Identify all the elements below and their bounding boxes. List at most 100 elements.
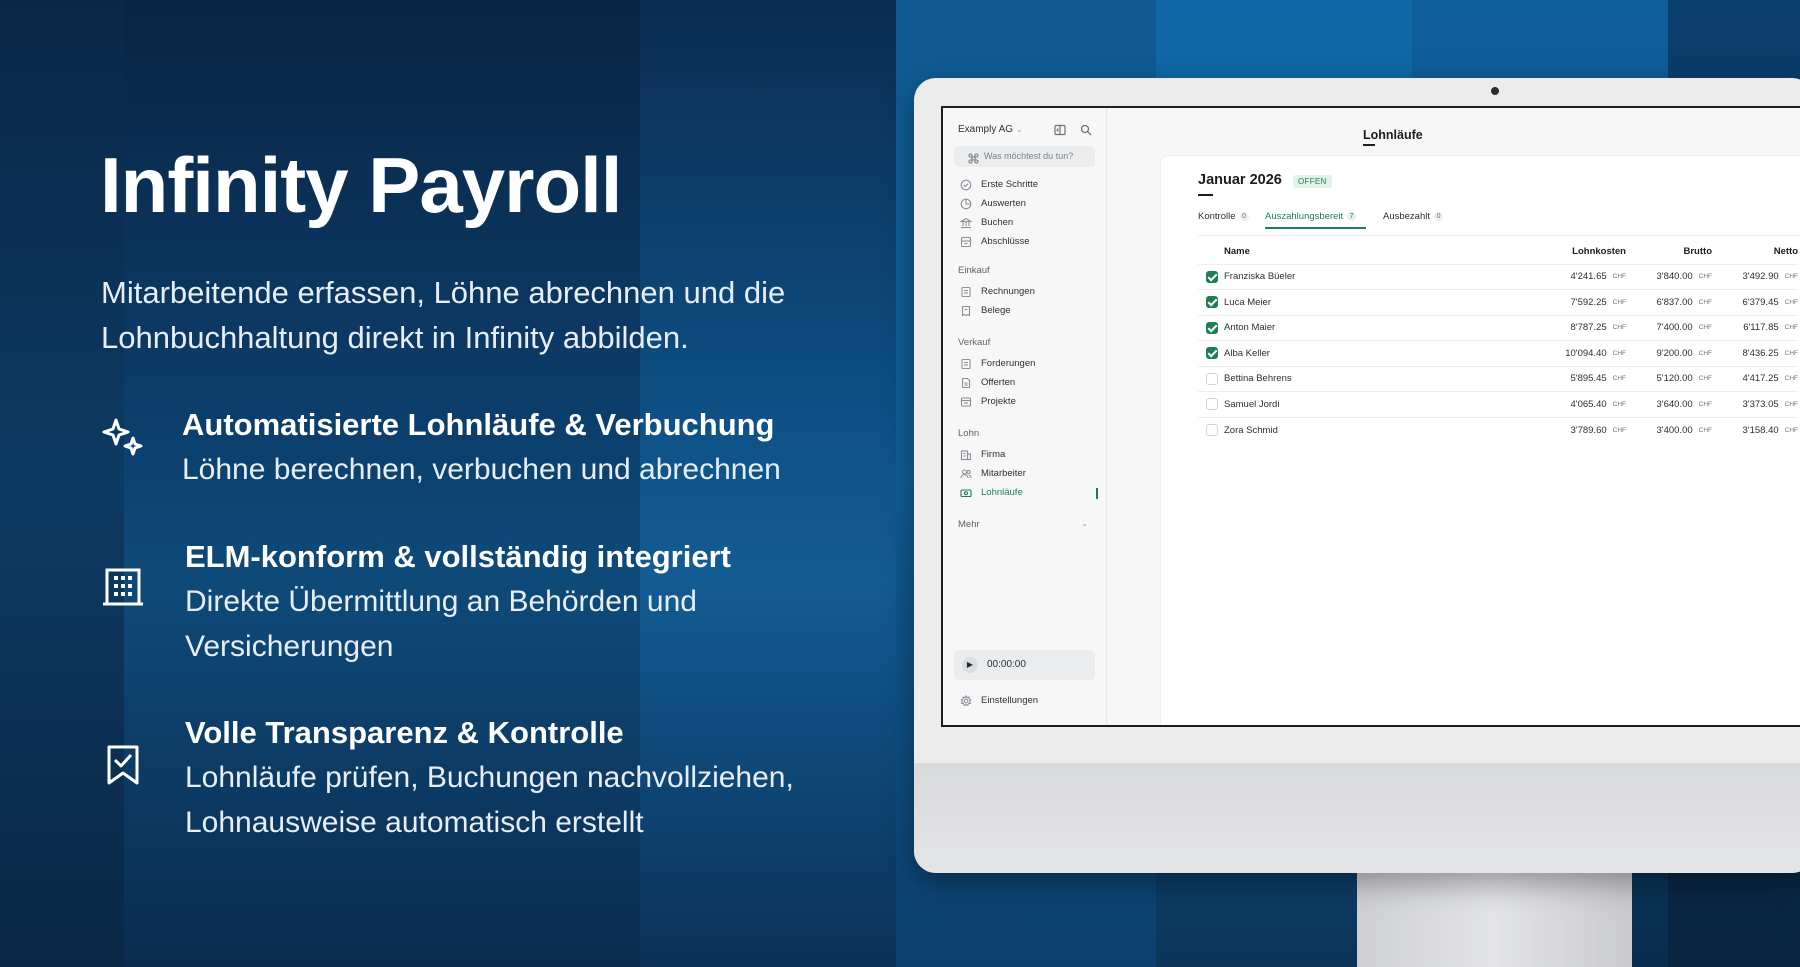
currency-label: CHF (1784, 375, 1798, 383)
brutto-cell: 3'840.00 CHF (1626, 263, 1712, 290)
bookmark-check-icon (100, 742, 146, 788)
nav-section-title: Lohn (958, 428, 980, 439)
table-row[interactable]: Bettina Behrens 5'895.45 CHF 5'120.00 CHF 4'4… (1198, 365, 1798, 392)
table-row[interactable]: Anton Maier 8'787.25 CHF 7'400.00 CHF 6'117.8… (1198, 314, 1798, 341)
sidebar-item-rechnungen[interactable]: Rechnungen (960, 285, 1035, 299)
sidebar-item-label: Forderungen (981, 358, 1036, 369)
sidebar-item-label: Offerten (981, 377, 1016, 388)
brutto-cell: 9'200.00 CHF (1626, 340, 1712, 366)
gear-icon (960, 694, 972, 707)
sidebar-item-offerten[interactable]: Offerten (960, 376, 1015, 390)
currency-label: CHF (1612, 273, 1626, 281)
tab-auszahlungsbereit[interactable]: Auszahlungsbereit 7 (1265, 211, 1357, 222)
row-checkbox[interactable] (1206, 372, 1218, 385)
sidebar-item-belege[interactable]: Belege (960, 304, 1011, 318)
column-header-name[interactable]: Name (1224, 240, 1487, 264)
users-icon (960, 468, 972, 480)
currency-label: CHF (1784, 324, 1798, 332)
command-input[interactable]: Was möchtest du tun? (954, 146, 1095, 167)
sidebar-item-einstellungen[interactable]: Einstellungen (960, 694, 1038, 708)
table-row[interactable]: Luca Meier 7'592.25 CHF 6'837.00 CHF 6'379.45… (1198, 289, 1798, 315)
table-row[interactable]: Zora Schmid 3'789.60 CHF 3'400.00 CHF 3'158.4… (1198, 416, 1798, 443)
sidebar-item-projekte[interactable]: Projekte (960, 395, 1016, 409)
table-row[interactable]: Alba Keller 10'094.40 CHF 9'200.00 CHF 8'436.… (1198, 340, 1798, 366)
sidebar-item-erste-schritte[interactable]: Erste Schritte (960, 178, 1038, 192)
brutto-cell: 7'400.00 CHF (1626, 314, 1712, 341)
tab-kontrolle[interactable]: Kontrolle 0 (1198, 211, 1249, 222)
lohnkosten-cell: 8'787.25 CHF (1487, 314, 1626, 341)
tab-ausbezahlt[interactable]: Ausbezahlt 0 (1383, 211, 1444, 222)
lohnkosten-cell: 3'789.60 CHF (1487, 416, 1626, 443)
row-checkbox[interactable] (1206, 321, 1218, 334)
lohnkosten-cell: 4'065.40 CHF (1487, 391, 1626, 417)
netto-value: 3'158.40 (1742, 424, 1779, 436)
chevron-down-icon: ⌄ (1081, 519, 1088, 528)
invoice-icon (960, 358, 972, 370)
brutto-value: 3'400.00 (1656, 424, 1693, 436)
table-row[interactable]: Samuel Jordi 4'065.40 CHF 3'640.00 CHF 3'373.… (1198, 391, 1798, 417)
search-icon[interactable] (1080, 124, 1092, 136)
lohnkosten-cell: 5'895.45 CHF (1487, 365, 1626, 392)
row-checkbox[interactable] (1206, 296, 1218, 309)
brutto-value: 7'400.00 (1656, 322, 1693, 334)
row-checkbox[interactable] (1206, 270, 1218, 283)
lohnkosten-value: 4'065.40 (1570, 398, 1607, 410)
sidebar-item-auswerten[interactable]: Auswerten (960, 197, 1026, 211)
netto-value: 3'492.90 (1742, 271, 1779, 283)
tabs-divider (1198, 235, 1800, 236)
feature-description: Direkte Übermittlung an Behörden und Ver… (185, 585, 697, 663)
row-checkbox[interactable] (1206, 347, 1218, 360)
sidebar-item-forderungen[interactable]: Forderungen (960, 357, 1035, 371)
sidebar-more-toggle[interactable]: Mehr ⌄ (958, 519, 1088, 530)
sidebar-item-abschluesse[interactable]: Abschlüsse (960, 235, 1030, 249)
column-header-lohnkosten[interactable]: Lohnkosten (1487, 240, 1626, 264)
time-tracker[interactable]: ▶ 00:00:00 (954, 650, 1095, 680)
lohnkosten-value: 5'895.45 (1570, 373, 1607, 385)
play-icon[interactable]: ▶ (962, 657, 978, 673)
feature-description: Lohnläufe prüfen, Buchungen nachvollzieh… (185, 761, 794, 839)
period-underline (1198, 194, 1213, 196)
company-switcher[interactable]: Examply AG ⌄ (958, 124, 1023, 135)
sidebar-item-lohnlaeufe[interactable]: Lohnläufe (960, 486, 1023, 500)
brutto-cell: 3'400.00 CHF (1626, 416, 1712, 443)
archive-icon (960, 236, 972, 248)
column-header-brutto[interactable]: Brutto (1626, 240, 1713, 264)
employee-name: Alba Keller (1224, 340, 1487, 366)
chart-icon (960, 198, 972, 210)
sidebar-item-firma[interactable]: Firma (960, 448, 1005, 462)
currency-label: CHF (1612, 298, 1626, 306)
employee-name: Luca Meier (1224, 289, 1487, 315)
row-checkbox[interactable] (1206, 398, 1218, 411)
sidebar-toggle-icon[interactable] (1054, 124, 1066, 136)
currency-label: CHF (1698, 375, 1712, 383)
sidebar-item-mitarbeiter[interactable]: Mitarbeiter (960, 467, 1026, 481)
column-header-netto[interactable]: Netto (1712, 240, 1798, 264)
lohnkosten-value: 8'787.25 (1570, 322, 1607, 334)
sparkles-icon (100, 414, 146, 460)
payroll-panel: Januar 2026 OFFEN Kontrolle 0 Auszahlungs… (1160, 155, 1800, 725)
currency-label: CHF (1698, 273, 1712, 281)
lohnkosten-cell: 10'094.40 CHF (1487, 340, 1626, 366)
period-title: Januar 2026 (1198, 172, 1282, 188)
tab-label: Kontrolle (1198, 211, 1236, 222)
brutto-cell: 3'640.00 CHF (1626, 391, 1712, 417)
currency-label: CHF (1612, 349, 1626, 357)
tab-count: 0 (1434, 212, 1444, 221)
timer-value: 00:00:00 (987, 659, 1026, 670)
sidebar-item-label: Rechnungen (981, 286, 1035, 297)
brutto-value: 6'837.00 (1656, 296, 1693, 308)
hero-subtitle: Mitarbeitende erfassen, Löhne abrechnen … (101, 275, 786, 355)
sidebar-item-label: Auswerten (981, 198, 1026, 209)
row-checkbox-cell (1198, 289, 1224, 315)
main-content: Lohnläufe Januar 2026 OFFEN Kontrolle 0 A… (1107, 108, 1800, 725)
monitor-chin (914, 763, 1800, 873)
currency-label: CHF (1784, 298, 1798, 306)
currency-label: CHF (1698, 400, 1712, 408)
tab-label: Auszahlungsbereit (1265, 211, 1344, 222)
check-circle-icon (960, 179, 972, 191)
netto-value: 3'373.05 (1742, 398, 1779, 410)
sidebar-item-buchen[interactable]: Buchen (959, 216, 1013, 230)
row-checkbox[interactable] (1206, 424, 1218, 436)
folder-icon (960, 396, 972, 408)
table-row[interactable]: Franziska Büeler 4'241.65 CHF 3'840.00 CHF 3'… (1198, 263, 1798, 290)
